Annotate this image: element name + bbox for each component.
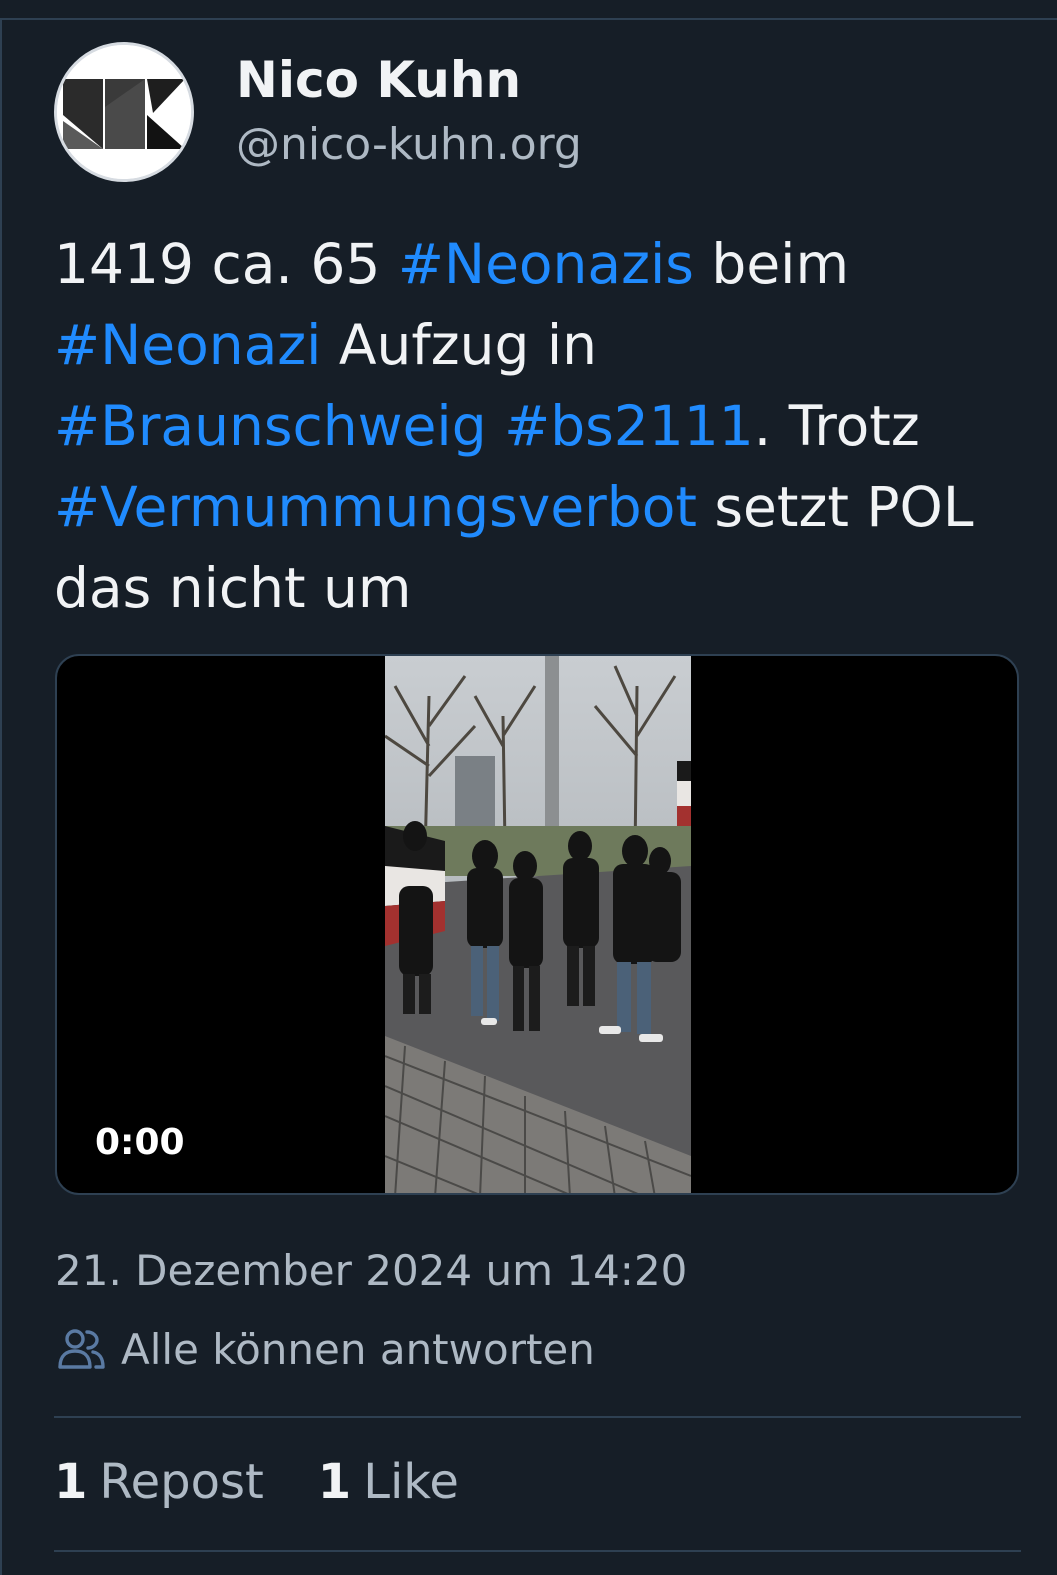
author-handle[interactable]: @nico-kuhn.org bbox=[236, 114, 836, 176]
repost-count[interactable]: 1 Repost bbox=[54, 1454, 264, 1510]
video-thumbnail bbox=[385, 656, 691, 1193]
nk-logo-icon bbox=[57, 45, 191, 179]
hashtag-link[interactable]: #Neonazis bbox=[398, 232, 694, 296]
avatar[interactable] bbox=[54, 42, 194, 182]
stats-divider-bottom bbox=[54, 1550, 1021, 1552]
repost-count-number: 1 bbox=[54, 1454, 88, 1510]
post-text-segment: 1419 ca. 65 bbox=[54, 232, 398, 296]
top-divider bbox=[0, 18, 1057, 20]
hashtag-link[interactable]: #Vermummungsverbot bbox=[54, 475, 697, 539]
post-header: Nico Kuhn @nico-kuhn.org bbox=[54, 42, 582, 182]
reply-setting[interactable]: Alle können antworten bbox=[55, 1323, 595, 1375]
thread-edge bbox=[0, 18, 2, 1575]
like-count[interactable]: 1 Like bbox=[318, 1454, 459, 1510]
post-text: 1419 ca. 65 #Neonazis beim #Neonazi Aufz… bbox=[54, 224, 1014, 629]
like-count-number: 1 bbox=[317, 1454, 352, 1510]
author-display-name[interactable]: Nico Kuhn bbox=[236, 48, 836, 112]
video-scene-image bbox=[385, 656, 691, 1193]
stats-divider-top bbox=[54, 1416, 1021, 1418]
repost-count-label: Repost bbox=[99, 1454, 264, 1510]
post-timestamp[interactable]: 21. Dezember 2024 um 14:20 bbox=[55, 1246, 687, 1295]
post-text-segment: beim bbox=[693, 232, 850, 296]
post-text-segment: . Trotz bbox=[753, 394, 920, 458]
post-text-segment bbox=[487, 394, 504, 458]
hashtag-link[interactable]: #bs2111 bbox=[504, 394, 754, 458]
post-stats: 1 Repost 1 Like bbox=[54, 1454, 513, 1510]
hashtag-link[interactable]: #Braunschweig bbox=[54, 394, 487, 458]
video-time: 0:00 bbox=[95, 1122, 185, 1163]
like-count-label: Like bbox=[363, 1454, 459, 1510]
people-icon bbox=[58, 1329, 105, 1369]
video-player[interactable]: 0:00 bbox=[55, 654, 1019, 1195]
reply-setting-label: Alle können antworten bbox=[121, 1324, 595, 1374]
hashtag-link[interactable]: #Neonazi bbox=[54, 313, 321, 377]
post-text-segment: Aufzug in bbox=[321, 313, 598, 377]
author-names: Nico Kuhn @nico-kuhn.org bbox=[236, 48, 836, 176]
